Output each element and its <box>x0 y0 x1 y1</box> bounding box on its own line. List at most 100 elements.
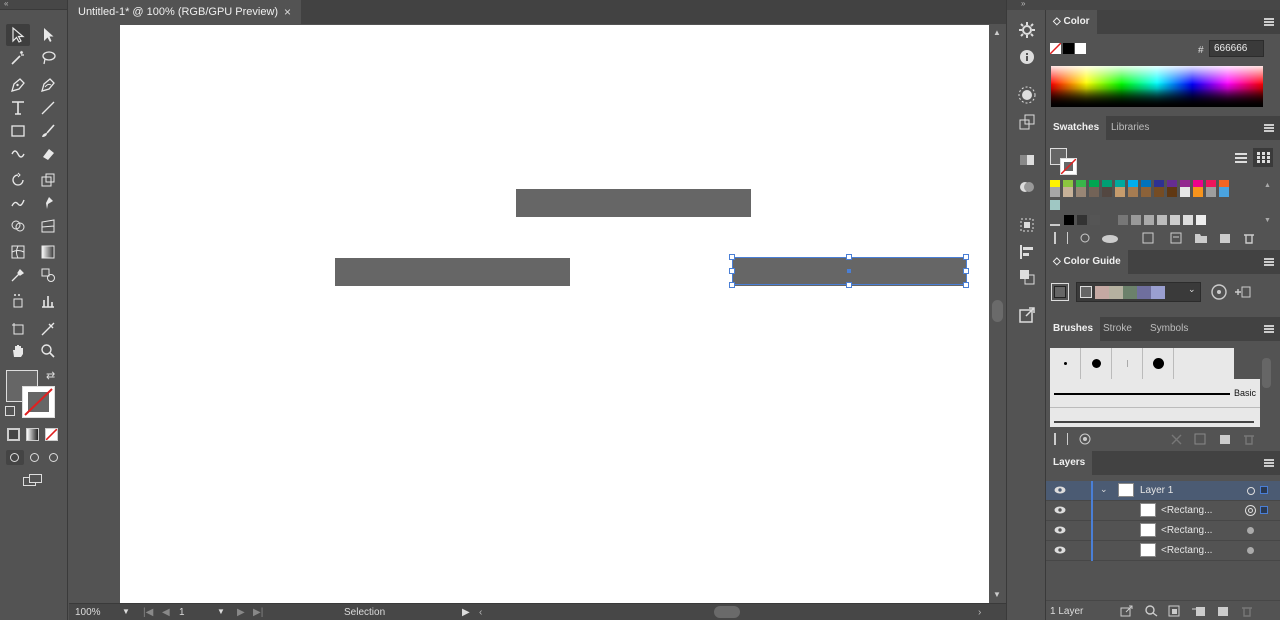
layer-name[interactable]: Layer 1 <box>1140 485 1173 496</box>
show-swatch-kinds-icon[interactable] <box>1142 232 1156 244</box>
color-swatch[interactable] <box>1154 187 1164 197</box>
save-color-group-icon[interactable] <box>1234 284 1252 300</box>
target-object-icon[interactable] <box>1247 527 1254 534</box>
brush-libraries-menu-icon[interactable] <box>1054 433 1068 445</box>
vertical-scrollbar[interactable]: ▲ ▼ <box>989 24 1006 603</box>
gradient-icon[interactable] <box>36 241 60 263</box>
tab-color[interactable]: ◇ Color <box>1046 10 1097 34</box>
dock-grip[interactable] <box>1046 0 1280 10</box>
page-number[interactable]: 1 <box>179 607 185 618</box>
color-spectrum[interactable] <box>1051 66 1263 107</box>
align-left-icon[interactable] <box>1017 242 1037 262</box>
curvature-icon[interactable] <box>36 74 60 96</box>
properties-gear-icon[interactable] <box>1017 20 1037 40</box>
tab-brushes[interactable]: Brushes <box>1046 317 1101 341</box>
last-page-icon[interactable]: ▶| <box>253 607 263 618</box>
default-colors-icon[interactable] <box>5 406 15 416</box>
pen-icon[interactable] <box>6 74 30 96</box>
vertical-scroll-thumb[interactable] <box>992 300 1003 322</box>
align-icon[interactable] <box>1017 215 1037 235</box>
locate-object-icon[interactable] <box>1144 605 1158 617</box>
target-layer-icon[interactable] <box>1247 487 1255 495</box>
grayscale-swatch[interactable] <box>1157 215 1167 225</box>
layer-row-layer1[interactable]: ⌄ Layer 1 <box>1046 481 1280 501</box>
next-page-icon[interactable]: ▶ <box>237 607 245 618</box>
transform-icon[interactable] <box>1017 112 1037 132</box>
color-mode-icon[interactable] <box>7 428 20 441</box>
artboard[interactable] <box>120 25 990 603</box>
screen-mode-icon[interactable] <box>23 473 43 487</box>
paintbrush-icon[interactable] <box>36 120 60 142</box>
color-swatch[interactable] <box>1206 187 1216 197</box>
brush-scroll-thumb[interactable] <box>1262 358 1271 388</box>
none-swatch[interactable] <box>1049 42 1062 55</box>
gradient-mode-icon[interactable] <box>26 428 39 441</box>
magic-wand-icon[interactable] <box>6 47 30 69</box>
scroll-left-icon[interactable]: ‹ <box>479 607 482 618</box>
grayscale-swatch[interactable] <box>1170 215 1180 225</box>
delete-swatch-icon[interactable] <box>1242 232 1256 244</box>
symbol-sprayer-icon[interactable] <box>6 290 30 312</box>
color-swatch[interactable] <box>1193 187 1203 197</box>
horizontal-scroll-thumb[interactable] <box>714 606 740 618</box>
tab-swatches[interactable]: Swatches <box>1046 116 1107 140</box>
tab-color-guide[interactable]: ◇ Color Guide <box>1046 250 1128 274</box>
line-icon[interactable] <box>36 97 60 119</box>
rectangle-icon[interactable] <box>6 120 30 142</box>
color-wheel-icon[interactable] <box>1211 284 1227 300</box>
color-panel-menu-icon[interactable] <box>1264 18 1274 26</box>
direct-selection-icon[interactable] <box>36 24 60 46</box>
info-icon[interactable] <box>1017 47 1037 67</box>
base-color-swatch[interactable] <box>1051 283 1069 301</box>
blend-icon[interactable] <box>36 264 60 286</box>
shape-builder-icon[interactable] <box>6 215 30 237</box>
resize-handle-n[interactable] <box>846 254 852 260</box>
visibility-eye-icon[interactable] <box>1054 505 1066 518</box>
layers-panel-menu-icon[interactable] <box>1264 459 1274 467</box>
prev-page-icon[interactable]: ◀ <box>162 607 170 618</box>
color-guide-menu-icon[interactable] <box>1264 258 1274 266</box>
layer-row-rect2[interactable]: <Rectang... <box>1046 521 1280 541</box>
swatch-folder-icon[interactable] <box>1050 216 1060 226</box>
resize-handle-sw[interactable] <box>729 282 735 288</box>
appearance-sun-icon[interactable] <box>1017 85 1037 105</box>
tab-layers[interactable]: Layers <box>1046 451 1093 475</box>
lasso-icon[interactable] <box>36 47 60 69</box>
brush-options-icon[interactable] <box>1194 433 1208 445</box>
scroll-right-icon[interactable]: › <box>978 607 981 618</box>
color-swatch[interactable] <box>1063 187 1073 197</box>
status-menu-icon[interactable]: ▶ <box>462 607 470 618</box>
layer-row-rect3[interactable]: <Rectang... <box>1046 541 1280 561</box>
canvas[interactable] <box>69 24 990 603</box>
zoom-level[interactable]: 100% <box>75 607 101 618</box>
new-brush-icon[interactable] <box>1218 433 1232 445</box>
clipping-mask-icon[interactable] <box>1168 605 1182 617</box>
color-swatch[interactable] <box>1115 187 1125 197</box>
harmony-dropdown-icon[interactable]: ⌄ <box>1188 284 1196 295</box>
draw-behind-icon[interactable] <box>26 450 44 465</box>
close-tab-icon[interactable]: × <box>284 0 291 24</box>
tab-libraries[interactable]: Libraries <box>1104 116 1156 140</box>
visibility-eye-icon[interactable] <box>1054 525 1066 538</box>
swatch-libraries-menu-icon[interactable] <box>1054 232 1068 244</box>
draw-normal-icon[interactable] <box>6 450 24 465</box>
visibility-eye-icon[interactable] <box>1054 545 1066 558</box>
harmony-colors-bar[interactable] <box>1076 282 1201 302</box>
libraries-panel-icon[interactable] <box>1076 433 1091 445</box>
slice-icon[interactable] <box>36 318 60 340</box>
selection-tool-icon[interactable] <box>6 24 30 46</box>
strip-grip[interactable]: » <box>1007 0 1047 10</box>
mesh-icon[interactable] <box>6 241 30 263</box>
zoom-dropdown-icon[interactable]: ▼ <box>122 607 130 616</box>
delete-brush-icon[interactable] <box>1242 433 1256 445</box>
eyedropper-icon[interactable] <box>6 264 30 286</box>
artboard-icon[interactable] <box>6 318 30 340</box>
color-swatch[interactable] <box>1089 187 1099 197</box>
brush-dot-large[interactable] <box>1143 348 1174 379</box>
pattern-swatch[interactable] <box>1050 200 1060 210</box>
tab-stroke[interactable]: Stroke <box>1096 317 1139 341</box>
selection-indicator-icon[interactable] <box>1260 506 1268 514</box>
resize-handle-nw[interactable] <box>729 254 735 260</box>
resize-handle-w[interactable] <box>729 268 735 274</box>
none-mode-icon[interactable] <box>45 428 58 441</box>
